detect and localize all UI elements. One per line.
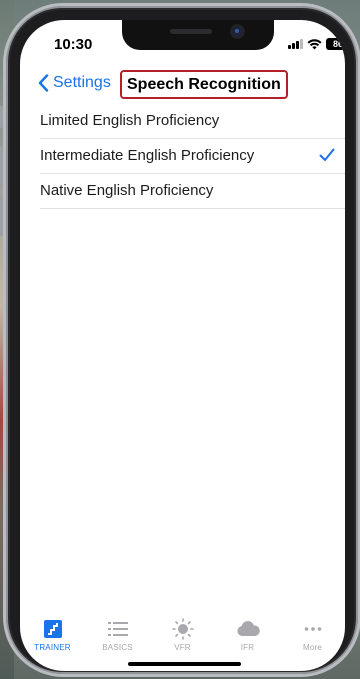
notch: [122, 20, 274, 50]
earpiece-speaker: [170, 29, 212, 34]
back-button-label: Settings: [53, 74, 111, 91]
tab-vfr[interactable]: VFR: [150, 618, 215, 660]
tab-label: TRAINER: [34, 643, 71, 652]
option-intermediate-english[interactable]: Intermediate English Proficiency: [40, 139, 345, 174]
tab-label: VFR: [174, 643, 191, 652]
screen: 10:30 86 Settings Speech Recognition Lim…: [20, 20, 345, 671]
sun-icon: [171, 618, 194, 640]
option-label: Limited English Proficiency: [40, 112, 220, 129]
phone-frame: 10:30 86 Settings Speech Recognition Lim…: [0, 3, 360, 677]
option-label: Intermediate English Proficiency: [40, 147, 255, 164]
tab-trainer[interactable]: TRAINER: [20, 618, 85, 660]
status-icons: 86: [288, 38, 345, 50]
volume-up-button: [0, 146, 3, 186]
list-icon: [107, 618, 128, 640]
chevron-left-icon: [38, 74, 49, 92]
option-limited-english[interactable]: Limited English Proficiency: [40, 104, 345, 139]
proficiency-options-list: Limited English Proficiency Intermediate…: [40, 104, 345, 209]
option-label: Native English Proficiency: [40, 182, 214, 199]
tab-ifr[interactable]: IFR: [215, 618, 280, 660]
front-camera: [232, 26, 243, 37]
tab-more[interactable]: More: [280, 618, 345, 660]
tab-label: BASICS: [102, 643, 133, 652]
page-title: Speech Recognition: [120, 70, 288, 99]
tab-label: IFR: [240, 643, 255, 652]
battery-indicator: 86: [326, 38, 345, 50]
cellular-signal-icon: [288, 39, 303, 49]
mute-switch: [0, 106, 3, 128]
tab-basics[interactable]: BASICS: [85, 618, 150, 660]
volume-down-button: [0, 196, 3, 236]
back-button[interactable]: Settings: [38, 74, 111, 92]
navigation-bar: Settings Speech Recognition: [20, 64, 345, 104]
wifi-icon: [307, 38, 322, 49]
home-indicator[interactable]: [128, 662, 241, 666]
more-icon: [304, 618, 322, 640]
status-time: 10:30: [54, 36, 93, 53]
trainer-icon: [43, 618, 62, 640]
checkmark-icon: [319, 148, 335, 161]
tab-bar: TRAINER BASICS VFR IFR More: [20, 618, 345, 660]
option-native-english[interactable]: Native English Proficiency: [40, 174, 345, 209]
tab-label: More: [302, 643, 323, 652]
cloud-icon: [236, 618, 260, 640]
